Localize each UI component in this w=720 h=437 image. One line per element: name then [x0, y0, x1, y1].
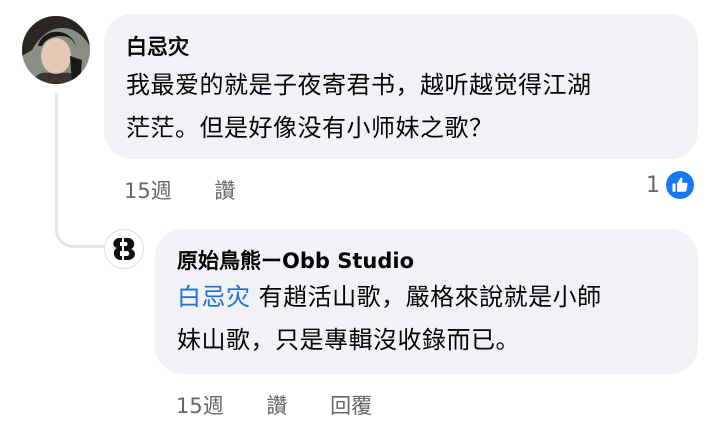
avatar-photo: [22, 16, 90, 84]
comment-text-line2: 茫茫。但是好像没有小师妹之歌？: [126, 114, 494, 142]
reaction-count: 1: [646, 172, 660, 198]
obb-logo-icon: [113, 236, 135, 262]
page-avatar[interactable]: [104, 229, 144, 269]
reaction-summary[interactable]: 1: [646, 169, 694, 201]
reply-like-button[interactable]: 讚: [266, 391, 287, 421]
thumbs-up-icon: [666, 171, 694, 199]
thread-connector: [55, 93, 107, 248]
comment-meta: 15週 讚: [124, 176, 235, 206]
reply-text-line1-rest: 有趙活山歌，嚴格來說就是小師: [250, 283, 602, 311]
reply-text: 白忌灾 有趙活山歌，嚴格來說就是小師 妹山歌，只是專輯沒收錄而已。: [177, 276, 698, 362]
comment-author[interactable]: 白忌灾: [126, 32, 698, 62]
reply-button[interactable]: 回覆: [330, 391, 372, 421]
comment-bubble: 白忌灾 我最爱的就是子夜寄君书，越听越觉得江湖 茫茫。但是好像没有小师妹之歌？: [104, 14, 698, 159]
reply-meta: 15週 讚 回覆: [176, 391, 372, 421]
user-avatar[interactable]: [22, 16, 90, 84]
reply-timestamp[interactable]: 15週: [176, 391, 224, 421]
comment-timestamp[interactable]: 15週: [124, 176, 172, 206]
reply-text-line2: 妹山歌，只是專輯沒收錄而已。: [177, 326, 520, 354]
reply-author[interactable]: 原始鳥熊ーObb Studio: [177, 246, 698, 276]
like-button[interactable]: 讚: [214, 176, 235, 206]
comment-text-line1: 我最爱的就是子夜寄君书，越听越觉得江湖: [126, 71, 592, 99]
reply-bubble: 原始鳥熊ーObb Studio 白忌灾 有趙活山歌，嚴格來說就是小師 妹山歌，只…: [155, 229, 698, 374]
mention-link[interactable]: 白忌灾: [177, 283, 251, 311]
reply-text-line1: 白忌灾 有趙活山歌，嚴格來說就是小師: [177, 276, 698, 319]
comment-text: 我最爱的就是子夜寄君书，越听越觉得江湖 茫茫。但是好像没有小师妹之歌？: [126, 64, 698, 150]
